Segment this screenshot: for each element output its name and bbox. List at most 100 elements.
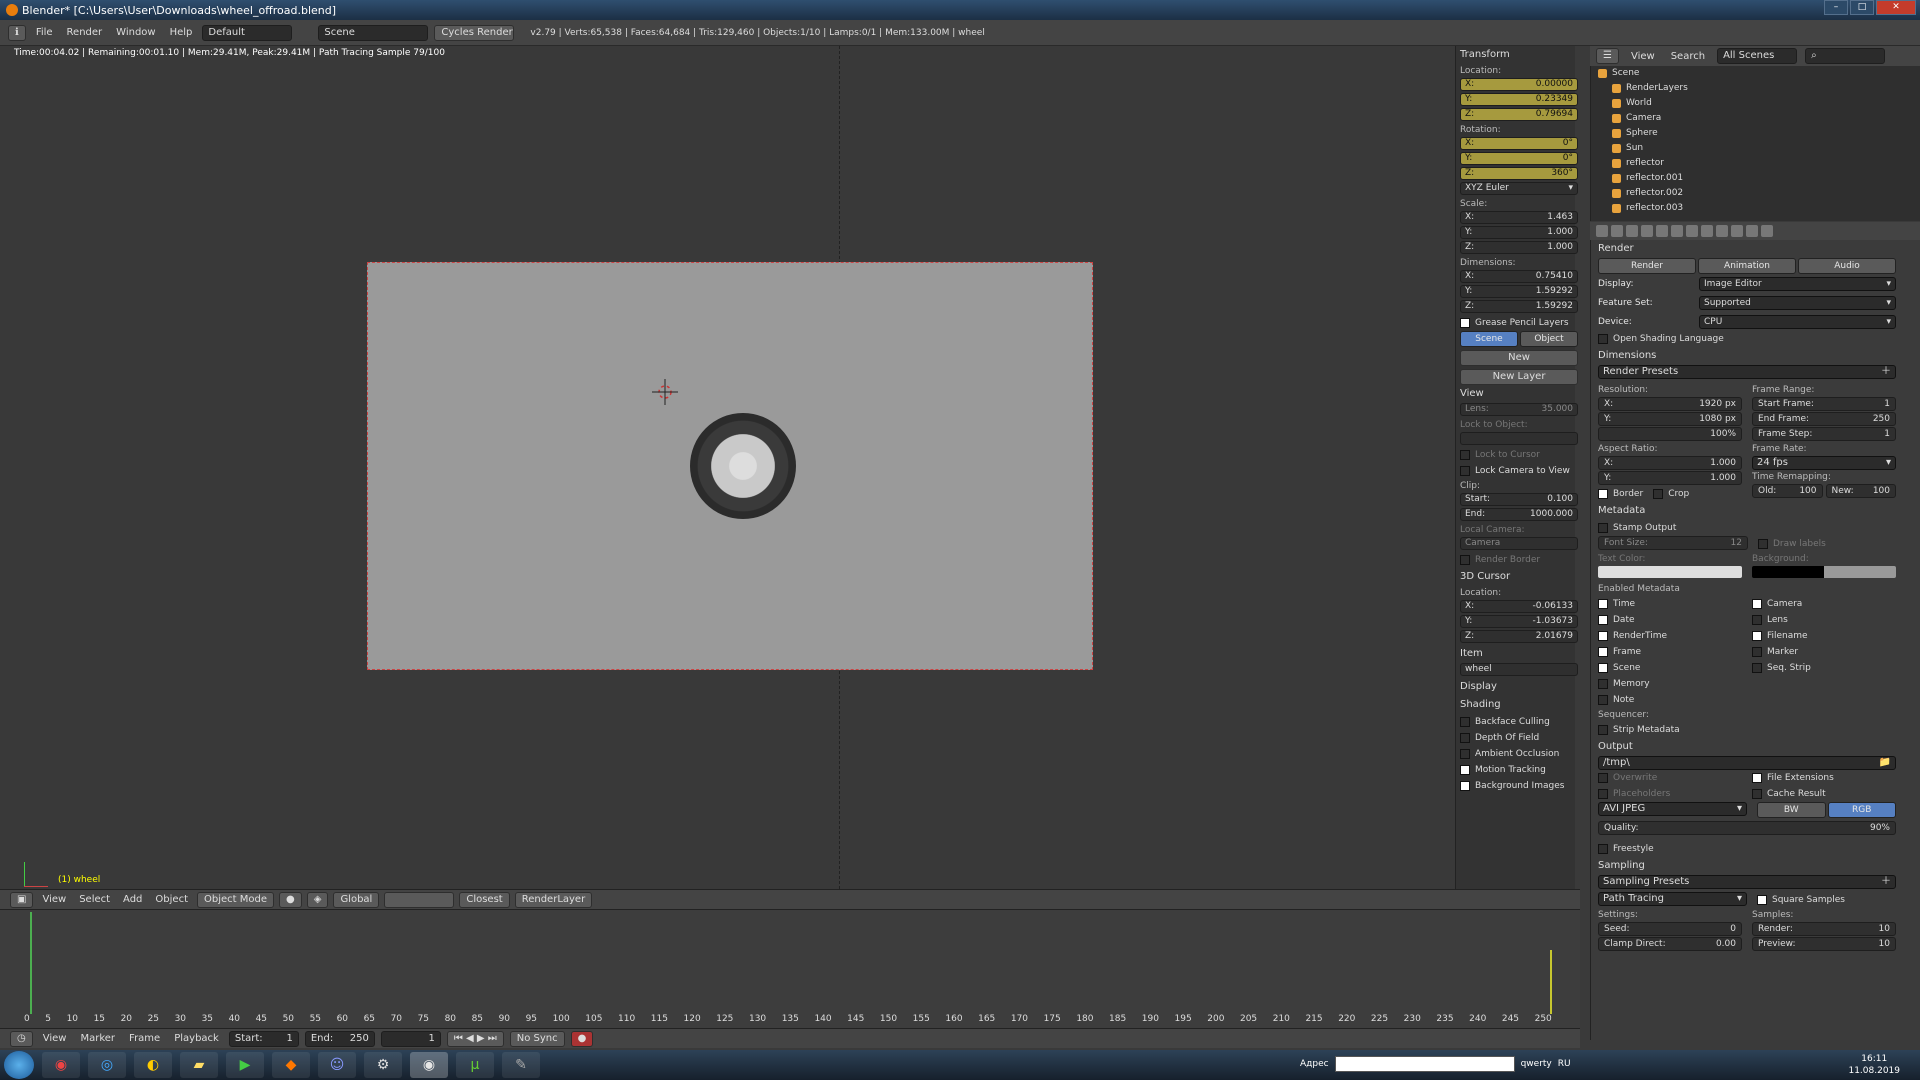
border-checkbox[interactable]: Border: [1598, 486, 1643, 502]
utorrent-icon[interactable]: µ: [456, 1052, 494, 1078]
menu-view[interactable]: View: [38, 894, 70, 905]
dimension-z-field[interactable]: Z: 1.59292: [1460, 300, 1578, 313]
color-rgb-button[interactable]: RGB: [1827, 802, 1896, 818]
menu-help[interactable]: Help: [166, 27, 197, 38]
viewport-editor-type-button[interactable]: ▣: [10, 891, 34, 908]
render-layer-select[interactable]: RenderLayer: [514, 891, 593, 908]
file-extensions-checkbox[interactable]: File Extensions: [1752, 770, 1896, 786]
3d-cursor-panel-header[interactable]: 3D Cursor: [1460, 568, 1578, 586]
screen-layout-select[interactable]: Default: [202, 24, 293, 41]
render-border-checkbox[interactable]: Render Border: [1460, 552, 1578, 568]
layers-grid[interactable]: [384, 891, 455, 908]
tool-icon[interactable]: ✎: [502, 1052, 540, 1078]
rotation-y-field[interactable]: Y: 0°: [1460, 152, 1578, 165]
close-button[interactable]: ✕: [1876, 0, 1916, 15]
metadata-checkbox[interactable]: Marker: [1752, 644, 1896, 660]
metadata-checkbox[interactable]: Frame: [1598, 644, 1742, 660]
frame-step-field[interactable]: Frame Step: 1: [1752, 427, 1896, 441]
freestyle-panel-header[interactable]: Freestyle: [1598, 841, 1896, 857]
dimension-x-field[interactable]: X: 0.75410: [1460, 270, 1578, 283]
scene-select[interactable]: Scene: [318, 24, 429, 41]
menu-window[interactable]: Window: [112, 27, 159, 38]
resolution-x-field[interactable]: X: 1920 px: [1598, 397, 1742, 411]
resolution-y-field[interactable]: Y: 1080 px: [1598, 412, 1742, 426]
timeline-menu-frame[interactable]: Frame: [125, 1033, 164, 1044]
metadata-checkbox[interactable]: Camera: [1752, 596, 1896, 612]
layers-tab-icon[interactable]: [1611, 225, 1623, 237]
location-x-field[interactable]: X: 0.00000: [1460, 78, 1578, 91]
depth-of-field-checkbox[interactable]: Depth Of Field: [1460, 730, 1578, 746]
gp-new-button[interactable]: New: [1460, 350, 1578, 366]
outliner-item[interactable]: Scene: [1594, 66, 1894, 81]
app-icon[interactable]: ◎: [88, 1052, 126, 1078]
item-name-field[interactable]: wheel: [1460, 663, 1578, 676]
aspect-y-field[interactable]: Y: 1.000: [1598, 471, 1742, 485]
rotation-z-field[interactable]: Z: 360°: [1460, 167, 1578, 180]
frame-rate-select[interactable]: 24 fps ▾: [1752, 456, 1896, 470]
start-frame-field[interactable]: Start Frame: 1: [1752, 397, 1896, 411]
file-format-select[interactable]: AVI JPEG ▾: [1598, 802, 1747, 816]
pivot-select[interactable]: ◈: [306, 891, 329, 908]
grease-pencil-panel-header[interactable]: Grease Pencil Layers: [1460, 315, 1578, 331]
backface-culling-checkbox[interactable]: Backface Culling: [1460, 714, 1578, 730]
overwrite-checkbox[interactable]: Overwrite: [1598, 770, 1742, 786]
lock-camera-checkbox[interactable]: Lock Camera to View: [1460, 463, 1578, 479]
lock-object-field[interactable]: [1460, 432, 1578, 445]
metadata-checkbox[interactable]: Date: [1598, 612, 1742, 628]
text-color-swatch[interactable]: [1598, 566, 1742, 578]
outliner-item[interactable]: reflector.003: [1594, 201, 1894, 216]
output-panel-header[interactable]: Output: [1598, 738, 1896, 756]
outliner-item[interactable]: Sun: [1594, 141, 1894, 156]
outliner-item[interactable]: reflector: [1594, 156, 1894, 171]
outliner-item[interactable]: reflector.001: [1594, 171, 1894, 186]
timeline-start-field[interactable]: Start: 1: [228, 1030, 299, 1047]
clip-end-field[interactable]: End: 1000.000: [1460, 508, 1578, 521]
timeline-playhead[interactable]: [30, 912, 32, 1014]
viewport-shading-select[interactable]: ●: [279, 891, 302, 908]
scale-z-field[interactable]: Z: 1.000: [1460, 241, 1578, 254]
display-select[interactable]: Image Editor ▾: [1699, 276, 1896, 291]
metadata-checkbox[interactable]: Filename: [1752, 628, 1896, 644]
dimensions-panel-header[interactable]: Dimensions: [1598, 347, 1896, 365]
outliner-item[interactable]: reflector.002: [1594, 186, 1894, 201]
metadata-checkbox[interactable]: RenderTime: [1598, 628, 1742, 644]
data-tab-icon[interactable]: [1701, 225, 1713, 237]
render-samples-field[interactable]: Render: 10: [1752, 922, 1896, 936]
draw-labels-checkbox[interactable]: Draw labels: [1758, 536, 1896, 552]
preview-samples-field[interactable]: Preview: 10: [1752, 937, 1896, 951]
menu-object[interactable]: Object: [151, 894, 192, 905]
texture-tab-icon[interactable]: [1731, 225, 1743, 237]
language-indicator[interactable]: RU: [1558, 1059, 1571, 1069]
remap-old-field[interactable]: Old: 100: [1752, 484, 1823, 498]
scale-x-field[interactable]: X: 1.463: [1460, 211, 1578, 224]
folder-icon[interactable]: ▰: [180, 1052, 218, 1078]
lens-field[interactable]: Lens: 35.000: [1460, 403, 1578, 416]
address-input[interactable]: [1334, 1056, 1515, 1072]
outliner-menu-view[interactable]: View: [1627, 51, 1659, 62]
shading-panel-header[interactable]: Shading: [1460, 696, 1578, 714]
menu-add[interactable]: Add: [119, 894, 146, 905]
dimension-y-field[interactable]: Y: 1.59292: [1460, 285, 1578, 298]
timeline-menu-view[interactable]: View: [39, 1033, 71, 1044]
location-y-field[interactable]: Y: 0.23349: [1460, 93, 1578, 106]
outliner-editor-type-button[interactable]: ☰: [1596, 48, 1619, 64]
feature-set-select[interactable]: Supported ▾: [1699, 295, 1896, 310]
render-panel-header[interactable]: Render: [1598, 240, 1896, 258]
font-size-field[interactable]: Font Size: 12: [1598, 536, 1748, 550]
metadata-panel-header[interactable]: Metadata: [1598, 502, 1896, 520]
transform-panel-header[interactable]: Transform: [1460, 46, 1578, 64]
outliner-item[interactable]: Sphere: [1594, 126, 1894, 141]
metadata-checkbox[interactable]: Lens: [1752, 612, 1896, 628]
constraints-tab-icon[interactable]: [1671, 225, 1683, 237]
metadata-checkbox[interactable]: Memory: [1598, 676, 1742, 692]
metadata-checkbox[interactable]: Seq. Strip: [1752, 660, 1896, 676]
item-panel-header[interactable]: Item: [1460, 645, 1578, 663]
view-panel-header[interactable]: View: [1460, 385, 1578, 403]
osl-checkbox[interactable]: Open Shading Language: [1598, 331, 1896, 347]
menu-render[interactable]: Render: [63, 27, 107, 38]
gp-scene-tab[interactable]: Scene: [1460, 331, 1518, 347]
record-button[interactable]: ●: [570, 1030, 594, 1047]
lock-to-cursor-checkbox[interactable]: Lock to Cursor: [1460, 447, 1578, 463]
strip-metadata-checkbox[interactable]: Strip Metadata: [1598, 722, 1896, 738]
rotation-x-field[interactable]: X: 0°: [1460, 137, 1578, 150]
